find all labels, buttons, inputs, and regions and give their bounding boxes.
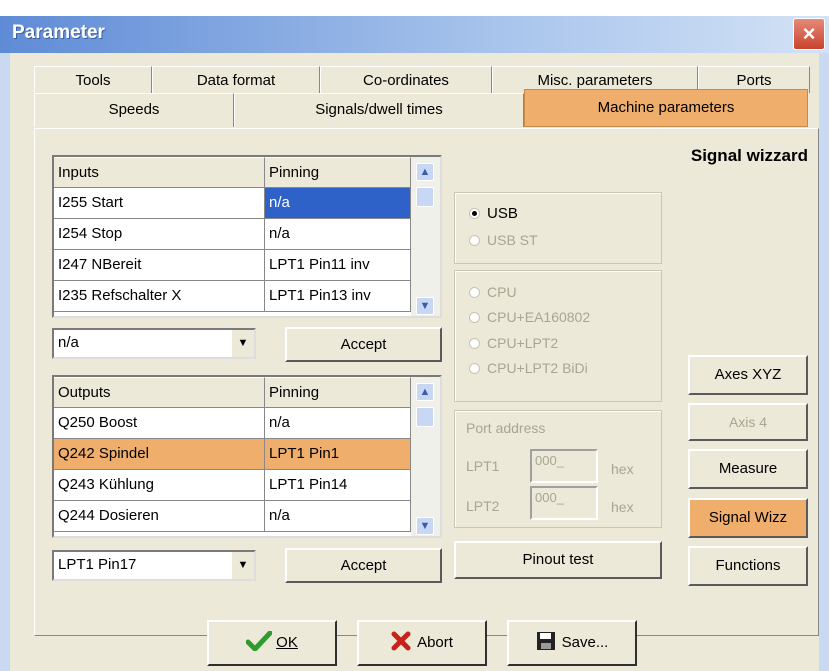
table-row-input-name[interactable]: I247 NBereit [54, 250, 265, 281]
window-title: Parameter [12, 22, 105, 43]
scroll-thumb[interactable] [416, 187, 434, 207]
scroll-thumb[interactable] [416, 407, 434, 427]
inputs-accept-button[interactable]: Accept [285, 327, 442, 362]
inputs-pin-select[interactable]: n/a ▼ [52, 328, 256, 359]
outputs-grid[interactable]: Outputs Pinning Q250 Boost n/a Q242 Spin… [52, 375, 442, 538]
radio-icon [469, 338, 480, 349]
table-row-input-pinning[interactable]: LPT1 Pin11 inv [265, 250, 411, 281]
title-bar[interactable] [0, 16, 829, 53]
port-address-label: Port address [466, 420, 546, 436]
lpt1-address-field[interactable]: 000_ [530, 449, 598, 483]
tab-machine-parameters[interactable]: Machine parameters [524, 89, 808, 127]
outputs-accept-button[interactable]: Accept [285, 548, 442, 583]
tab-co-ordinates[interactable]: Co-ordinates [320, 66, 492, 93]
outputs-header[interactable]: Outputs [54, 377, 265, 408]
radio-cpu-lpt2-label: CPU+LPT2 [487, 335, 559, 351]
table-row-output-pinning[interactable]: n/a [265, 501, 411, 532]
tab-signals-dwell-times[interactable]: Signals/dwell times [234, 93, 524, 127]
radio-usb-st[interactable]: USB ST [469, 232, 538, 248]
radio-usb-label: USB [487, 205, 518, 222]
close-button[interactable]: × [793, 18, 825, 50]
section-title: Signal wizzard [690, 146, 808, 165]
axis-4-button[interactable]: Axis 4 [688, 403, 808, 441]
radio-usb-st-label: USB ST [487, 232, 538, 248]
radio-selected-icon [469, 208, 480, 219]
radio-usb[interactable]: USB [469, 205, 518, 222]
radio-cpu-lpt2-bidi-label: CPU+LPT2 BiDi [487, 360, 588, 376]
radio-cpu[interactable]: CPU [469, 284, 517, 300]
lpt2-address-field[interactable]: 000_ [530, 486, 598, 520]
lpt2-label: LPT2 [466, 498, 500, 514]
radio-cpu-ea160802[interactable]: CPU+EA160802 [469, 309, 590, 325]
pinout-test-button[interactable]: Pinout test [454, 541, 662, 579]
ok-button[interactable]: OK [207, 620, 337, 666]
functions-button[interactable]: Functions [688, 546, 808, 586]
checkmark-icon [245, 630, 273, 652]
table-row-input-pinning-selected[interactable]: n/a [265, 188, 411, 219]
tab-tools[interactable]: Tools [34, 66, 152, 93]
lpt1-label: LPT1 [466, 458, 500, 474]
x-icon [391, 631, 411, 651]
scroll-up-icon[interactable]: ▲ [416, 163, 434, 181]
table-row-output-name-selected[interactable]: Q242 Spindel [54, 439, 265, 470]
inputs-scrollbar[interactable]: ▲ ▼ [411, 157, 440, 316]
table-row-output-pinning-selected[interactable]: LPT1 Pin1 [265, 439, 411, 470]
window-border-left [0, 53, 10, 671]
radio-icon [469, 363, 480, 374]
chevron-down-icon[interactable]: ▼ [231, 330, 254, 357]
scroll-up-icon[interactable]: ▲ [416, 383, 434, 401]
radio-cpu-lpt2-bidi[interactable]: CPU+LPT2 BiDi [469, 360, 588, 376]
table-row-output-name[interactable]: Q243 Kühlung [54, 470, 265, 501]
table-row-input-pinning[interactable]: n/a [265, 219, 411, 250]
radio-icon [469, 287, 480, 298]
save-label: Save... [561, 634, 609, 651]
chevron-down-icon[interactable]: ▼ [231, 552, 254, 579]
measure-button[interactable]: Measure [688, 449, 808, 489]
outputs-pin-select-value: LPT1 Pin17 [58, 556, 137, 573]
abort-button[interactable]: Abort [357, 620, 487, 666]
radio-cpu-lpt2[interactable]: CPU+LPT2 [469, 335, 558, 351]
table-row-output-name[interactable]: Q250 Boost [54, 408, 265, 439]
window-border-right [819, 53, 829, 671]
floppy-disk-icon [536, 632, 555, 650]
radio-icon [469, 235, 480, 246]
table-row-output-pinning[interactable]: LPT1 Pin14 [265, 470, 411, 501]
inputs-grid[interactable]: Inputs Pinning I255 Start n/a I254 Stop … [52, 155, 442, 318]
outputs-pin-select[interactable]: LPT1 Pin17 ▼ [52, 550, 256, 581]
signal-wizz-button[interactable]: Signal Wizz [688, 498, 808, 538]
pinning-header[interactable]: Pinning [265, 157, 411, 188]
outputs-scrollbar[interactable]: ▲ ▼ [411, 377, 440, 536]
table-row-input-pinning[interactable]: LPT1 Pin13 inv [265, 281, 411, 312]
table-row-input-name[interactable]: I255 Start [54, 188, 265, 219]
inputs-pin-select-value: n/a [58, 334, 79, 351]
lpt2-unit: hex [611, 499, 634, 515]
abort-label: Abort [417, 634, 453, 651]
radio-icon [469, 312, 480, 323]
scroll-down-icon[interactable]: ▼ [416, 517, 434, 535]
scroll-down-icon[interactable]: ▼ [416, 297, 434, 315]
lpt1-unit: hex [611, 461, 634, 477]
radio-cpu-label: CPU [487, 284, 517, 300]
table-row-output-name[interactable]: Q244 Dosieren [54, 501, 265, 532]
axes-xyz-button[interactable]: Axes XYZ [688, 355, 808, 395]
tab-data-format[interactable]: Data format [152, 66, 320, 93]
ok-label: OK [276, 634, 298, 651]
inputs-header[interactable]: Inputs [54, 157, 265, 188]
interface-group [454, 192, 662, 264]
table-row-output-pinning[interactable]: n/a [265, 408, 411, 439]
pinning-header[interactable]: Pinning [265, 377, 411, 408]
save-button[interactable]: Save... [507, 620, 637, 666]
radio-cpu-ea160802-label: CPU+EA160802 [487, 309, 591, 325]
table-row-input-name[interactable]: I254 Stop [54, 219, 265, 250]
tab-speeds[interactable]: Speeds [34, 93, 234, 127]
table-row-input-name[interactable]: I235 Refschalter X [54, 281, 265, 312]
